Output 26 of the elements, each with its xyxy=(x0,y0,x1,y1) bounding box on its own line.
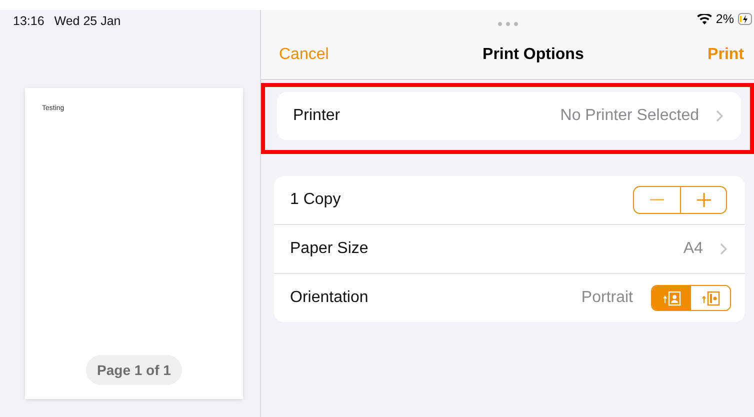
row-label: Paper Size xyxy=(290,240,368,258)
minus-icon xyxy=(650,199,664,201)
row-value: A4 xyxy=(683,240,703,258)
paper-size-row[interactable]: Paper Size A4 xyxy=(274,225,745,274)
row-value: Portrait xyxy=(581,289,633,307)
nav-title: Print Options xyxy=(482,46,584,64)
landscape-orientation-icon xyxy=(702,290,720,306)
chevron-icon xyxy=(720,243,727,255)
printer-row[interactable]: Printer No Printer Selected xyxy=(277,92,741,140)
portrait-orientation-icon xyxy=(662,290,680,306)
row-label: Orientation xyxy=(290,289,368,307)
orientation-segmented-control[interactable] xyxy=(651,285,731,311)
copies-stepper[interactable] xyxy=(633,186,727,214)
page-count-label: Page 1 of 1 xyxy=(86,355,182,385)
plus-icon xyxy=(696,193,710,207)
status-date: Wed 25 Jan xyxy=(54,14,121,30)
more-icon xyxy=(498,22,518,26)
status-time: 13:16 xyxy=(13,14,44,30)
wifi-icon xyxy=(696,14,712,24)
row-label: Printer xyxy=(293,107,340,125)
chevron-icon xyxy=(716,110,723,122)
row-value: No Printer Selected xyxy=(560,107,699,125)
portrait-button[interactable] xyxy=(652,286,691,310)
battery-charging-icon xyxy=(738,13,752,25)
battery-percent: 2% xyxy=(716,12,734,26)
row-label: 1 Copy xyxy=(290,191,341,209)
